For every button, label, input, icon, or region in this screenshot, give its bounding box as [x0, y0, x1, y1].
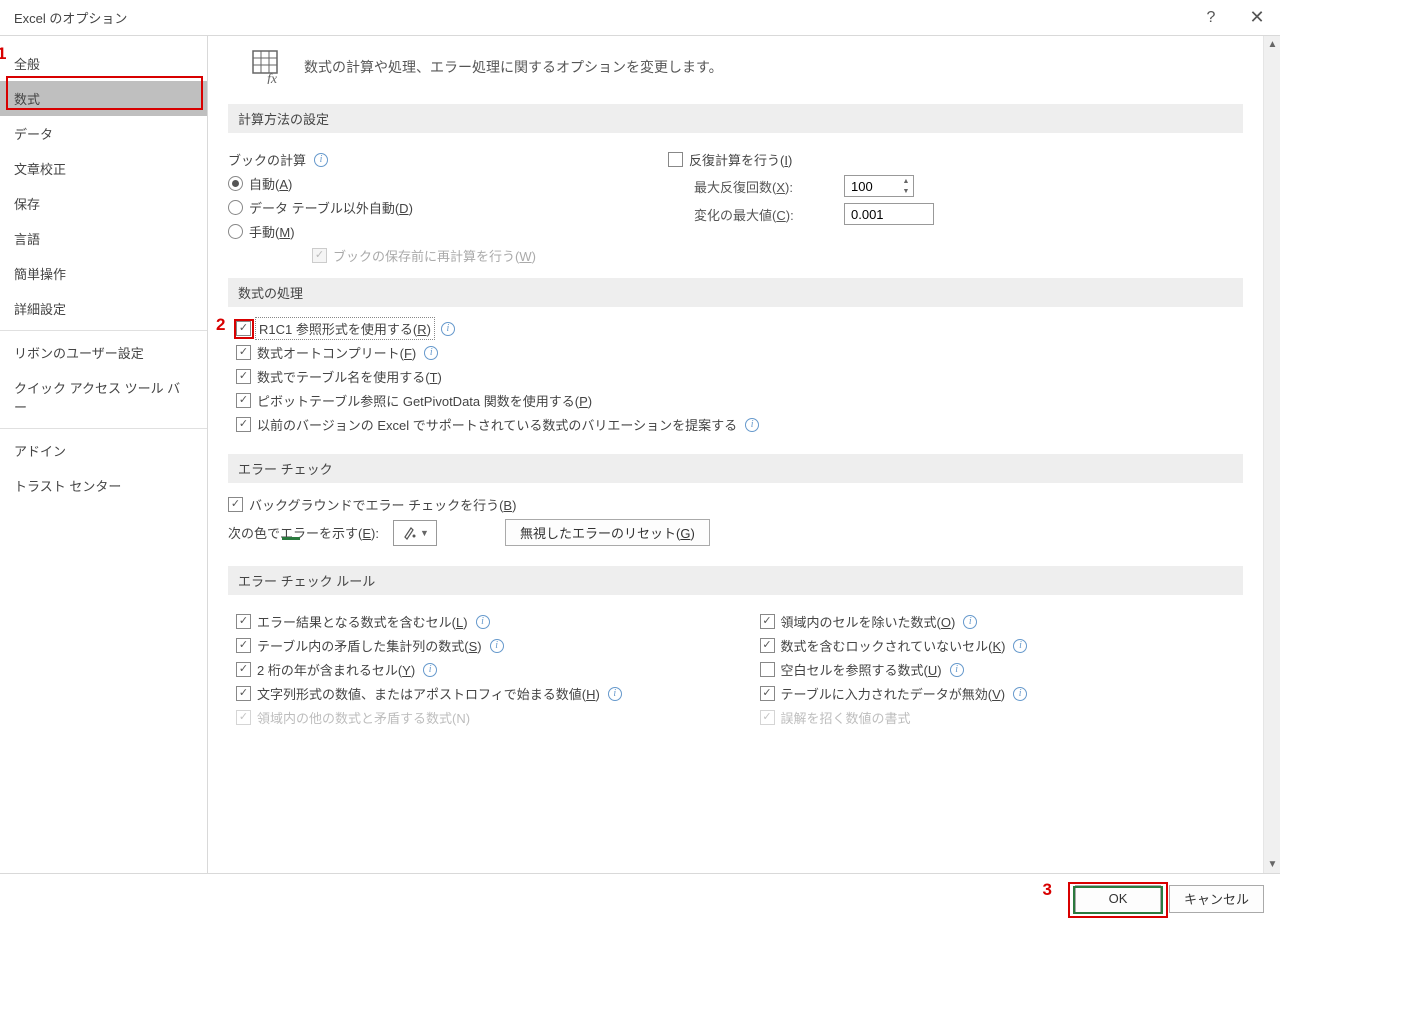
checkbox-r1c1[interactable]: ✓	[236, 321, 251, 336]
checkbox-tablenames[interactable]: ✓	[236, 369, 251, 384]
radio-manual[interactable]	[228, 224, 243, 239]
rule-h-label: 文字列形式の数値、またはアポストロフィで始まる数値(H)	[257, 684, 600, 703]
rule-h[interactable]: ✓	[236, 686, 251, 701]
info-icon[interactable]: i	[745, 418, 759, 432]
info-icon[interactable]: i	[314, 153, 328, 167]
rule-y-label: 2 桁の年が含まれるセル(Y)	[257, 660, 415, 679]
book-calc-label: ブックの計算	[228, 150, 306, 169]
reset-errors-button[interactable]: 無視したエラーのリセット(G)	[505, 519, 710, 546]
max-change-label: 変化の最大値(C):	[694, 205, 834, 224]
autocomplete-label: 数式オートコンプリート(F)	[257, 343, 416, 362]
annotation-1: 1	[0, 44, 6, 64]
rule-o[interactable]: ✓	[760, 614, 775, 629]
radio-auto-label: 自動(A)	[249, 174, 292, 193]
sidebar-item-ease[interactable]: 簡単操作	[0, 256, 207, 291]
bgcheck-label: バックグラウンドでエラー チェックを行う(B)	[249, 495, 516, 514]
tablenames-label: 数式でテーブル名を使用する(T)	[257, 367, 442, 386]
annotation-2: 2	[216, 315, 225, 335]
info-icon[interactable]: i	[476, 615, 490, 629]
legacy-label: 以前のバージョンの Excel でサポートされている数式のバリエーションを提案す…	[257, 415, 737, 434]
sidebar-item-proofing[interactable]: 文章校正	[0, 151, 207, 186]
rule-n-label: 領域内の他の数式と矛盾する数式(N)	[257, 708, 470, 727]
sidebar-item-trust[interactable]: トラスト センター	[0, 468, 207, 503]
rule-last[interactable]: ✓	[760, 710, 775, 725]
recalc-save-label: ブックの保存前に再計算を行う(W)	[333, 246, 536, 265]
scroll-up-icon[interactable]: ▲	[1264, 36, 1281, 53]
svg-text:fx: fx	[267, 72, 278, 84]
rule-y[interactable]: ✓	[236, 662, 251, 677]
sidebar-item-language[interactable]: 言語	[0, 221, 207, 256]
sidebar-item-save[interactable]: 保存	[0, 186, 207, 221]
close-button[interactable]: ✕	[1234, 0, 1280, 36]
info-icon[interactable]: i	[1013, 639, 1027, 653]
titlebar: Excel のオプション ? ✕	[0, 0, 1280, 36]
content-panel: fx 数式の計算や処理、エラー処理に関するオプションを変更します。 計算方法の設…	[208, 36, 1263, 873]
radio-auto-except-label: データ テーブル以外自動(D)	[249, 198, 413, 217]
intro-text: 数式の計算や処理、エラー処理に関するオプションを変更します。	[304, 57, 723, 77]
sidebar-separator-2	[0, 428, 207, 429]
iterate-label: 反復計算を行う(I)	[689, 150, 792, 169]
sidebar-separator	[0, 330, 207, 331]
cancel-button[interactable]: キャンセル	[1169, 885, 1264, 913]
footer: 3 OK キャンセル	[0, 873, 1280, 923]
info-icon[interactable]: i	[424, 346, 438, 360]
info-icon[interactable]: i	[490, 639, 504, 653]
sidebar: 1 全般 数式 データ 文章校正 保存 言語 簡単操作 詳細設定 リボンのユーザ…	[0, 36, 208, 873]
info-icon[interactable]: i	[1013, 687, 1027, 701]
rule-v[interactable]: ✓	[760, 686, 775, 701]
radio-manual-label: 手動(M)	[249, 222, 295, 241]
sidebar-item-formulas[interactable]: 数式	[0, 81, 207, 116]
section-formula: 数式の処理	[228, 278, 1243, 307]
rule-last-label: 誤解を招く数値の書式	[781, 708, 911, 727]
checkbox-iterate[interactable]	[668, 152, 683, 167]
rule-s[interactable]: ✓	[236, 638, 251, 653]
rule-u[interactable]	[760, 662, 775, 677]
radio-auto-except[interactable]	[228, 200, 243, 215]
max-change-input[interactable]	[844, 203, 934, 225]
window-title: Excel のオプション	[14, 8, 127, 27]
checkbox-bgcheck[interactable]: ✓	[228, 497, 243, 512]
spin-down[interactable]: ▼	[899, 186, 913, 196]
getpivotdata-label: ピボットテーブル参照に GetPivotData 関数を使用する(P)	[257, 391, 592, 410]
formulas-icon: fx	[252, 50, 292, 84]
max-iter-label: 最大反復回数(X):	[694, 177, 834, 196]
rule-l-label: エラー結果となる数式を含むセル(L)	[257, 612, 468, 631]
title-controls: ? ✕	[1188, 0, 1280, 35]
sidebar-item-advanced[interactable]: 詳細設定	[0, 291, 207, 326]
rule-u-label: 空白セルを参照する数式(U)	[781, 660, 942, 679]
info-icon[interactable]: i	[441, 322, 455, 336]
vertical-scrollbar[interactable]: ▲ ▼	[1263, 36, 1280, 873]
rule-s-label: テーブル内の矛盾した集計列の数式(S)	[257, 636, 482, 655]
sidebar-item-general[interactable]: 全般	[0, 46, 207, 81]
scroll-down-icon[interactable]: ▼	[1264, 856, 1281, 873]
ok-button[interactable]: OK	[1075, 885, 1161, 913]
rule-v-label: テーブルに入力されたデータが無効(V)	[781, 684, 1006, 703]
rule-o-label: 領域内のセルを除いた数式(O)	[781, 612, 956, 631]
sidebar-item-addins[interactable]: アドイン	[0, 433, 207, 468]
rule-l[interactable]: ✓	[236, 614, 251, 629]
checkbox-autocomplete[interactable]: ✓	[236, 345, 251, 360]
sidebar-item-ribbon[interactable]: リボンのユーザー設定	[0, 335, 207, 370]
info-icon[interactable]: i	[950, 663, 964, 677]
radio-auto[interactable]	[228, 176, 243, 191]
checkbox-getpivotdata[interactable]: ✓	[236, 393, 251, 408]
info-icon[interactable]: i	[608, 687, 622, 701]
r1c1-label: R1C1 参照形式を使用する(R)	[257, 319, 433, 338]
section-rules: エラー チェック ルール	[228, 566, 1243, 595]
sidebar-item-data[interactable]: データ	[0, 116, 207, 151]
section-err: エラー チェック	[228, 454, 1243, 483]
info-icon[interactable]: i	[423, 663, 437, 677]
info-icon[interactable]: i	[963, 615, 977, 629]
annotation-3: 3	[1043, 880, 1052, 900]
spin-up[interactable]: ▲	[899, 176, 913, 186]
rule-n[interactable]: ✓	[236, 710, 251, 725]
checkbox-legacy[interactable]: ✓	[236, 417, 251, 432]
sidebar-item-qat[interactable]: クイック アクセス ツール バー	[0, 370, 207, 424]
rule-k-label: 数式を含むロックされていないセル(K)	[781, 636, 1006, 655]
rule-k[interactable]: ✓	[760, 638, 775, 653]
checkbox-recalc-save: ✓	[312, 248, 327, 263]
section-calc: 計算方法の設定	[228, 104, 1243, 133]
help-button[interactable]: ?	[1188, 0, 1234, 36]
